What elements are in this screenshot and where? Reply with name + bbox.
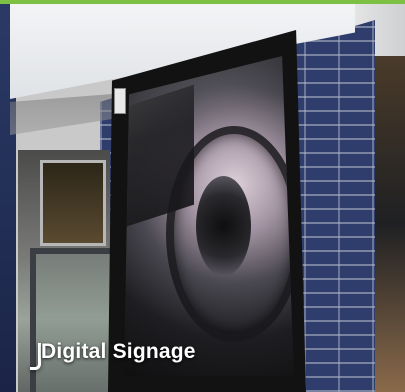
bracket-icon — [30, 343, 41, 370]
storefront-window — [40, 160, 106, 246]
right-shop-window — [374, 56, 405, 392]
photo: Digital Signage — [0, 0, 405, 392]
signage-display-screen — [124, 56, 294, 376]
caption-title: Digital Signage — [41, 340, 196, 363]
camera-lens-aperture — [196, 176, 251, 276]
storefront-door — [30, 248, 116, 392]
accent-bar — [0, 0, 405, 4]
wall-mount-bracket — [114, 88, 126, 114]
